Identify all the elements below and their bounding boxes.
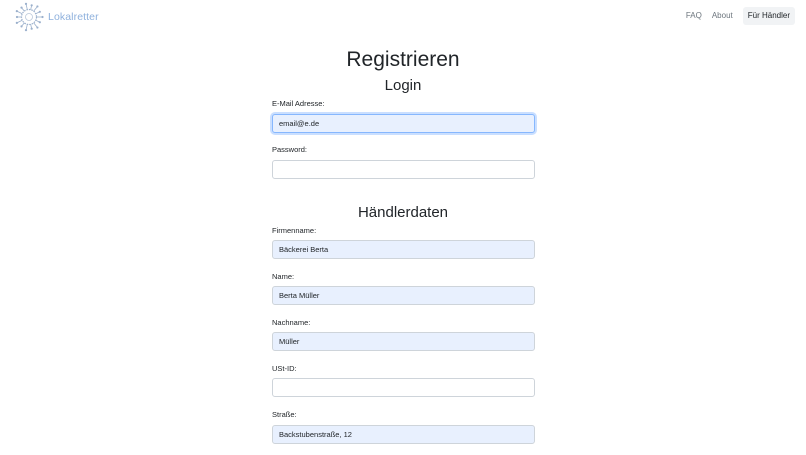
street-label: Straße:	[272, 410, 297, 419]
company-name-label: Firmenname:	[272, 226, 317, 235]
street-field[interactable]	[272, 425, 535, 444]
password-field[interactable]	[272, 160, 535, 179]
vat-id-field[interactable]	[272, 378, 535, 397]
login-heading: Login	[384, 77, 422, 94]
email-field[interactable]	[272, 114, 535, 133]
company-name-field[interactable]	[272, 240, 535, 259]
brand-logo-link[interactable]: Lokalretter	[11, 2, 99, 32]
page-title: Registrieren	[346, 48, 460, 71]
email-label: E-Mail Adresse:	[272, 99, 325, 108]
virus-logo-icon	[15, 2, 44, 32]
brand-name: Lokalretter	[48, 11, 99, 23]
vat-id-label: USt-ID:	[272, 364, 297, 373]
for-merchants-button[interactable]: Für Händler	[742, 7, 795, 25]
surname-label: Nachname:	[272, 318, 311, 327]
nav-links: FAQ About Für Händler	[676, 7, 795, 25]
name-field[interactable]	[272, 286, 535, 305]
navbar: Lokalretter FAQ About Für Händler	[0, 0, 806, 33]
nav-link-faq[interactable]: FAQ	[686, 7, 702, 25]
merchant-data-heading: Händlerdaten	[357, 204, 449, 221]
password-label: Password:	[272, 145, 308, 154]
surname-field[interactable]	[272, 332, 535, 351]
name-label: Name:	[272, 272, 295, 281]
nav-link-about[interactable]: About	[712, 7, 733, 25]
